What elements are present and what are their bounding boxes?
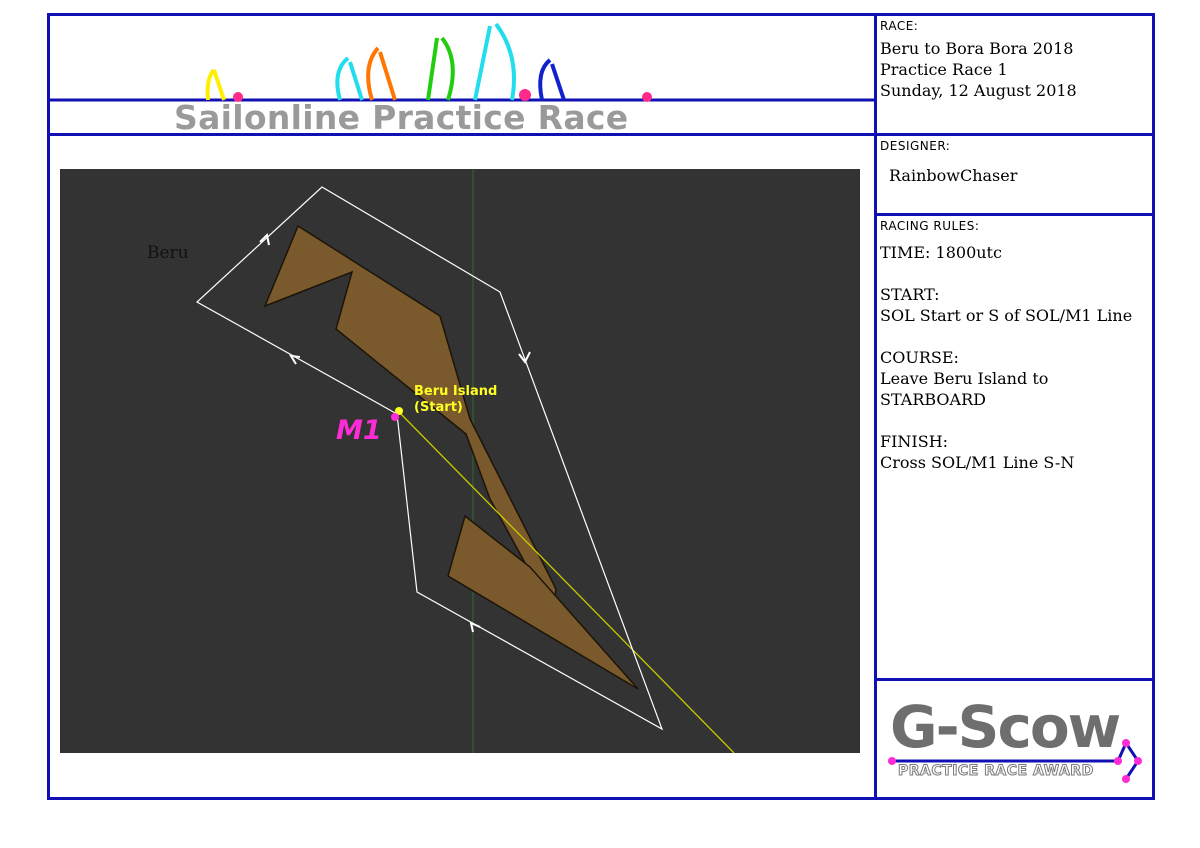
- column-divider: [874, 13, 877, 800]
- rules-divider: [874, 678, 1155, 681]
- race-details: Beru to Bora Bora 2018 Practice Race 1 S…: [880, 39, 1077, 100]
- race-divider: [874, 133, 1155, 136]
- start-label-line2: (Start): [414, 400, 463, 415]
- award-route-icon: [888, 739, 1142, 783]
- start-finish-line: [397, 410, 735, 753]
- rules-time: TIME: 1800utc: [880, 243, 1002, 262]
- banner-title: Sailonline Practice Race: [174, 98, 629, 137]
- rules-course-label: COURSE:: [880, 348, 959, 367]
- designer-name: RainbowChaser: [889, 166, 1018, 185]
- course-map[interactable]: Beru Beru Island (Start) M1: [60, 169, 860, 753]
- rules-panel: RACING RULES: TIME: 1800utc START: SOL S…: [880, 219, 1152, 473]
- banner: Sailonline Practice Race: [50, 16, 874, 137]
- course-arrow: [469, 621, 481, 633]
- rules-start-text: SOL Start or S of SOL/M1 Line: [880, 306, 1133, 325]
- rules-finish-label: FINISH:: [880, 432, 949, 451]
- start-label: Beru Island (Start): [414, 384, 497, 416]
- award-logo: G-Scow PRACTICE RACE AWARD: [880, 683, 1152, 797]
- designer-divider: [874, 213, 1155, 216]
- course-arrow: [289, 354, 301, 365]
- rules-heading: RACING RULES:: [880, 219, 980, 233]
- beru-label: Beru: [147, 243, 189, 263]
- race-heading: RACE:: [880, 19, 919, 33]
- start-label-line1: Beru Island: [414, 384, 498, 399]
- m1-mark: [391, 413, 399, 421]
- race-panel: RACE: Beru to Bora Bora 2018 Practice Ra…: [880, 19, 1152, 101]
- m1-label: M1: [336, 415, 382, 446]
- rules-start-label: START:: [880, 285, 940, 304]
- designer-panel: DESIGNER: RainbowChaser: [880, 139, 1152, 186]
- rules-finish-text: Cross SOL/M1 Line S-N: [880, 453, 1075, 472]
- designer-heading: DESIGNER:: [880, 139, 951, 153]
- rules-course-text: Leave Beru Island to STARBOARD: [880, 369, 1049, 409]
